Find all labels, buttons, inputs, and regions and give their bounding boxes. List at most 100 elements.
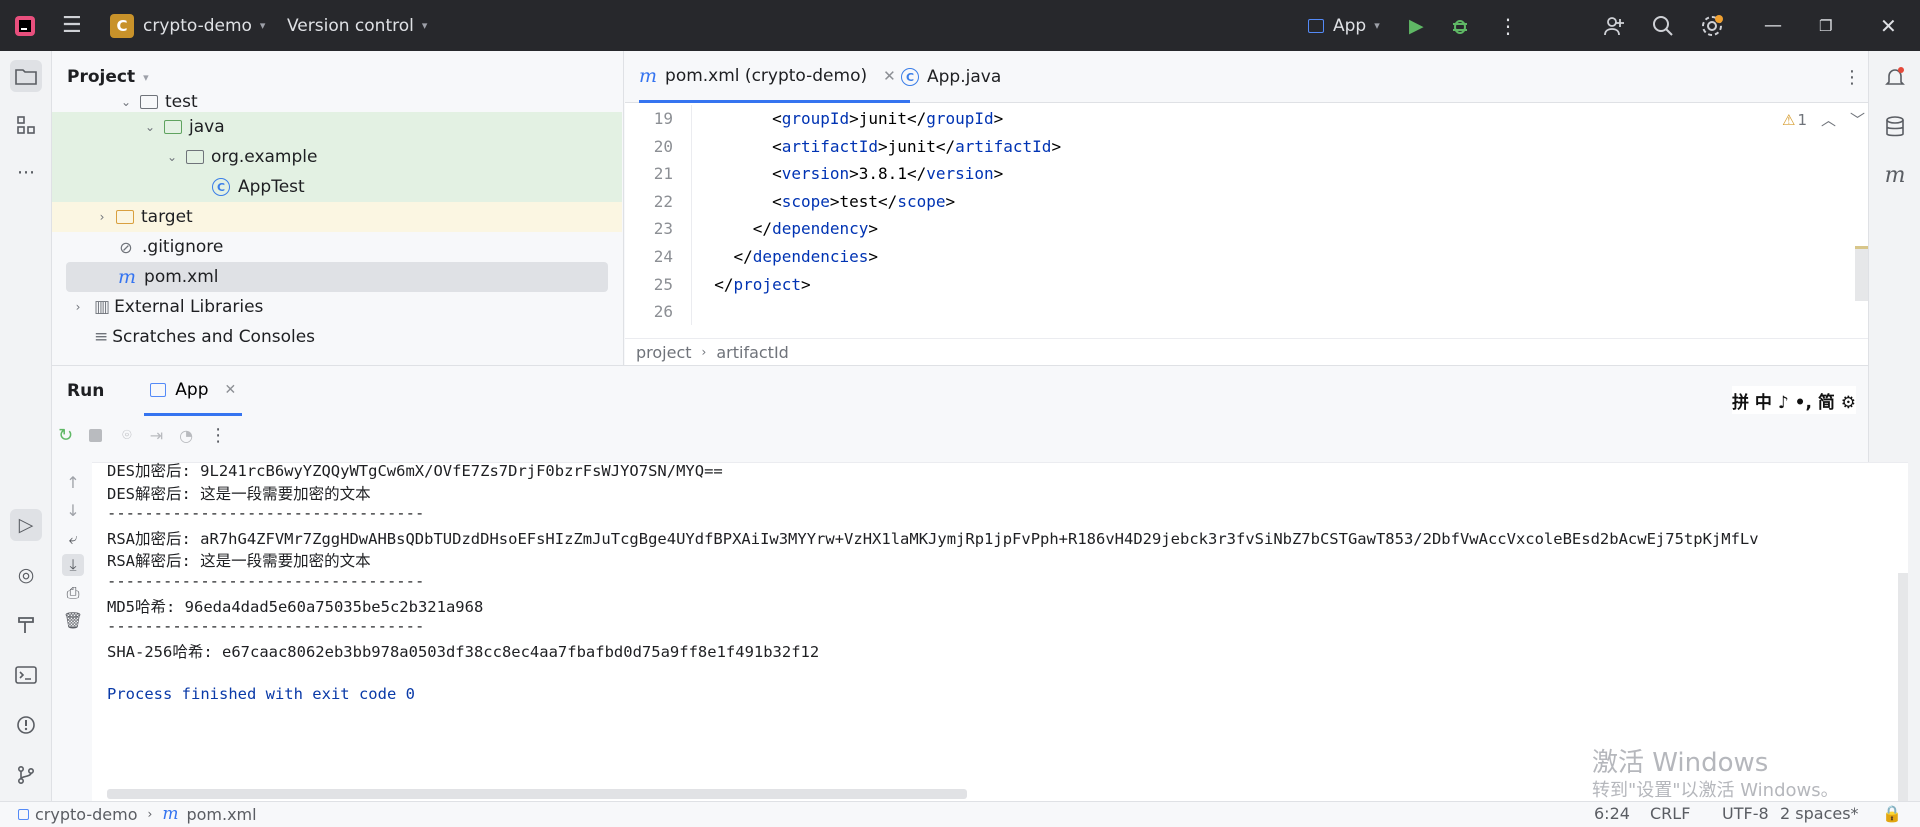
debug-icon[interactable] [1450,0,1470,51]
add-user-icon[interactable] [1603,0,1625,51]
line-number: 19 [653,109,673,128]
code-line[interactable]: 25 </project> [625,271,1868,298]
ime-toolbar-label: 拼 中 ♪ •, 简 ⚙ [1732,392,1857,413]
services-tool-icon[interactable]: ◎ [10,559,42,591]
status-path-item[interactable]: pom.xml [186,805,256,824]
code-line[interactable]: 24 </dependencies> [625,243,1868,270]
tree-item-scratches[interactable]: ≡ Scratches and Consoles [52,322,622,352]
code-line[interactable]: 26 [625,298,1868,325]
stop-icon[interactable] [89,428,103,442]
camera-icon[interactable]: ⌾ [122,425,132,445]
tab-options-icon[interactable]: ⋮ [1843,51,1861,103]
git-tool-icon[interactable] [10,759,42,791]
editor-scroll-track[interactable] [1855,201,1868,301]
console-line: RSA加密后: aR7hG4ZFVMr7ZggHDwAHBsQDbTUDzdDH… [107,529,1759,548]
search-icon[interactable] [1652,0,1674,51]
console-line: ---------------------------------- [107,617,425,636]
settings-icon[interactable] [1700,0,1724,51]
more-actions-icon[interactable]: ⋮ [209,425,227,446]
tab-app-java[interactable]: C App.java [901,51,1001,103]
notifications-icon[interactable] [1879,61,1911,93]
tree-item-pom-xml[interactable]: m pom.xml [66,262,608,292]
close-icon[interactable]: ✕ [1880,0,1897,51]
soft-wrap-icon[interactable]: ⤶ [62,528,84,550]
tree-item-label: pom.xml [144,267,219,287]
line-separator[interactable]: CRLF [1650,804,1690,823]
tree-item-java[interactable]: ⌄ java [52,112,622,142]
tree-item-label: External Libraries [114,297,264,317]
close-tab-icon[interactable]: ✕ [225,382,237,398]
tree-item-gitignore[interactable]: ⊘ .gitignore [52,232,622,262]
editor-scrollbar-thumb[interactable] [1855,249,1868,301]
ime-toolbar[interactable]: 拼 中 ♪ •, 简 ⚙ [1732,386,1857,414]
breadcrumb-item[interactable]: project [636,343,692,362]
status-path-item[interactable]: crypto-demo [35,805,138,824]
project-name: crypto-demo [143,15,252,36]
run-toolbar: ↻ ⌾ ⇥ ◔ ⋮ [52,416,1868,454]
project-tool-icon[interactable] [10,60,42,92]
line-number: 22 [653,191,673,211]
run-config-selector[interactable]: App ▾ [1308,0,1380,51]
left-tool-strip: ··· ▷ ◎ [0,51,52,827]
chevron-up-icon[interactable]: ︿ [1821,109,1836,130]
tree-item-target[interactable]: › target [52,202,622,232]
run-panel: Run App ✕ ↻ ⌾ ⇥ ◔ ⋮ ↑ ↓ ⤶ ⤓ ⎙ 🗑 DES加密后: … [52,365,1908,803]
database-icon[interactable] [1879,111,1911,143]
indent-setting[interactable]: 2 spaces* [1780,804,1859,823]
clear-icon[interactable]: 🗑 [62,610,84,632]
run-tool-icon[interactable]: ▷ [10,509,42,541]
more-actions-icon[interactable]: ⋮ [1498,0,1518,51]
project-switcher[interactable]: C crypto-demo ▾ [110,0,265,51]
problems-tool-icon[interactable] [10,709,42,741]
line-number: 21 [653,164,673,184]
editor-pane: m pom.xml (crypto-demo) ✕ C App.java ⋮ 1… [625,51,1868,365]
tree-item-label: org.example [211,147,318,167]
console-h-scrollbar[interactable] [107,789,967,799]
run-icon[interactable]: ▶ [1409,0,1424,51]
app-logo-icon[interactable] [14,0,36,51]
tree-item-apptest[interactable]: C AppTest [52,172,622,202]
code-line[interactable]: 20 <artifactId>junit</artifactId> [625,133,1868,160]
tree-item-org-example[interactable]: ⌄ org.example [52,142,622,172]
code-line[interactable]: 21 <version>3.8.1</version> [625,160,1868,187]
main-menu-icon[interactable]: ☰ [62,0,82,51]
restore-icon[interactable]: ❐ [1819,0,1832,51]
vcs-menu[interactable]: Version control ▾ [287,0,427,51]
tab-label: pom.xml (crypto-demo) [665,65,868,86]
code-line[interactable]: 23 </dependency> [625,215,1868,242]
minimize-icon[interactable]: — [1764,0,1782,51]
console-v-scrollbar[interactable] [1898,573,1908,803]
code-line[interactable]: 22 <scope>test</scope> [625,188,1868,215]
restore-layout-icon[interactable]: ⇥ [150,426,163,445]
scroll-to-end-icon[interactable]: ⤓ [62,554,84,576]
rerun-icon[interactable]: ↻ [58,425,73,446]
run-config-label: App [1333,15,1367,36]
breadcrumb: project › artifactId [625,338,1868,365]
more-tools-icon[interactable]: ··· [10,157,42,189]
code-line[interactable]: 19 <groupId>junit</groupId> [625,105,1868,132]
console-line: SHA-256哈希: e67caac8062eb3bb978a0503df38c… [107,642,820,661]
file-encoding[interactable]: UTF-8 [1722,804,1769,823]
chevron-down-icon[interactable]: ﹀ [1850,109,1865,130]
run-config-icon [1308,18,1324,33]
arrow-up-icon[interactable]: ↑ [62,472,84,494]
tab-pom-xml[interactable]: m pom.xml (crypto-demo) ✕ [639,51,910,103]
line-number: 25 [653,274,673,294]
caret-position[interactable]: 6:24 [1594,804,1630,823]
warning-icon: ⚠ [1782,110,1796,129]
breadcrumb-item[interactable]: artifactId [716,343,788,362]
libraries-icon: ▥ [94,297,111,317]
terminal-tool-icon[interactable] [10,659,42,691]
maven-icon[interactable]: m [1879,159,1911,191]
tree-item-test[interactable]: ⌄ test [52,92,622,112]
coverage-icon[interactable]: ◔ [179,426,193,445]
inspection-widget[interactable]: ⚠ 1 ︿ ﹀ [1782,109,1865,130]
arrow-down-icon[interactable]: ↓ [62,500,84,522]
lock-icon[interactable]: 🔒 [1882,804,1902,823]
build-tool-icon[interactable] [10,609,42,641]
print-icon[interactable]: ⎙ [62,582,84,604]
structure-tool-icon[interactable] [10,109,42,141]
run-tab-app[interactable]: App ✕ [144,366,243,416]
tree-item-external-libraries[interactable]: › ▥ External Libraries [52,292,622,322]
close-tab-icon[interactable]: ✕ [883,67,896,85]
